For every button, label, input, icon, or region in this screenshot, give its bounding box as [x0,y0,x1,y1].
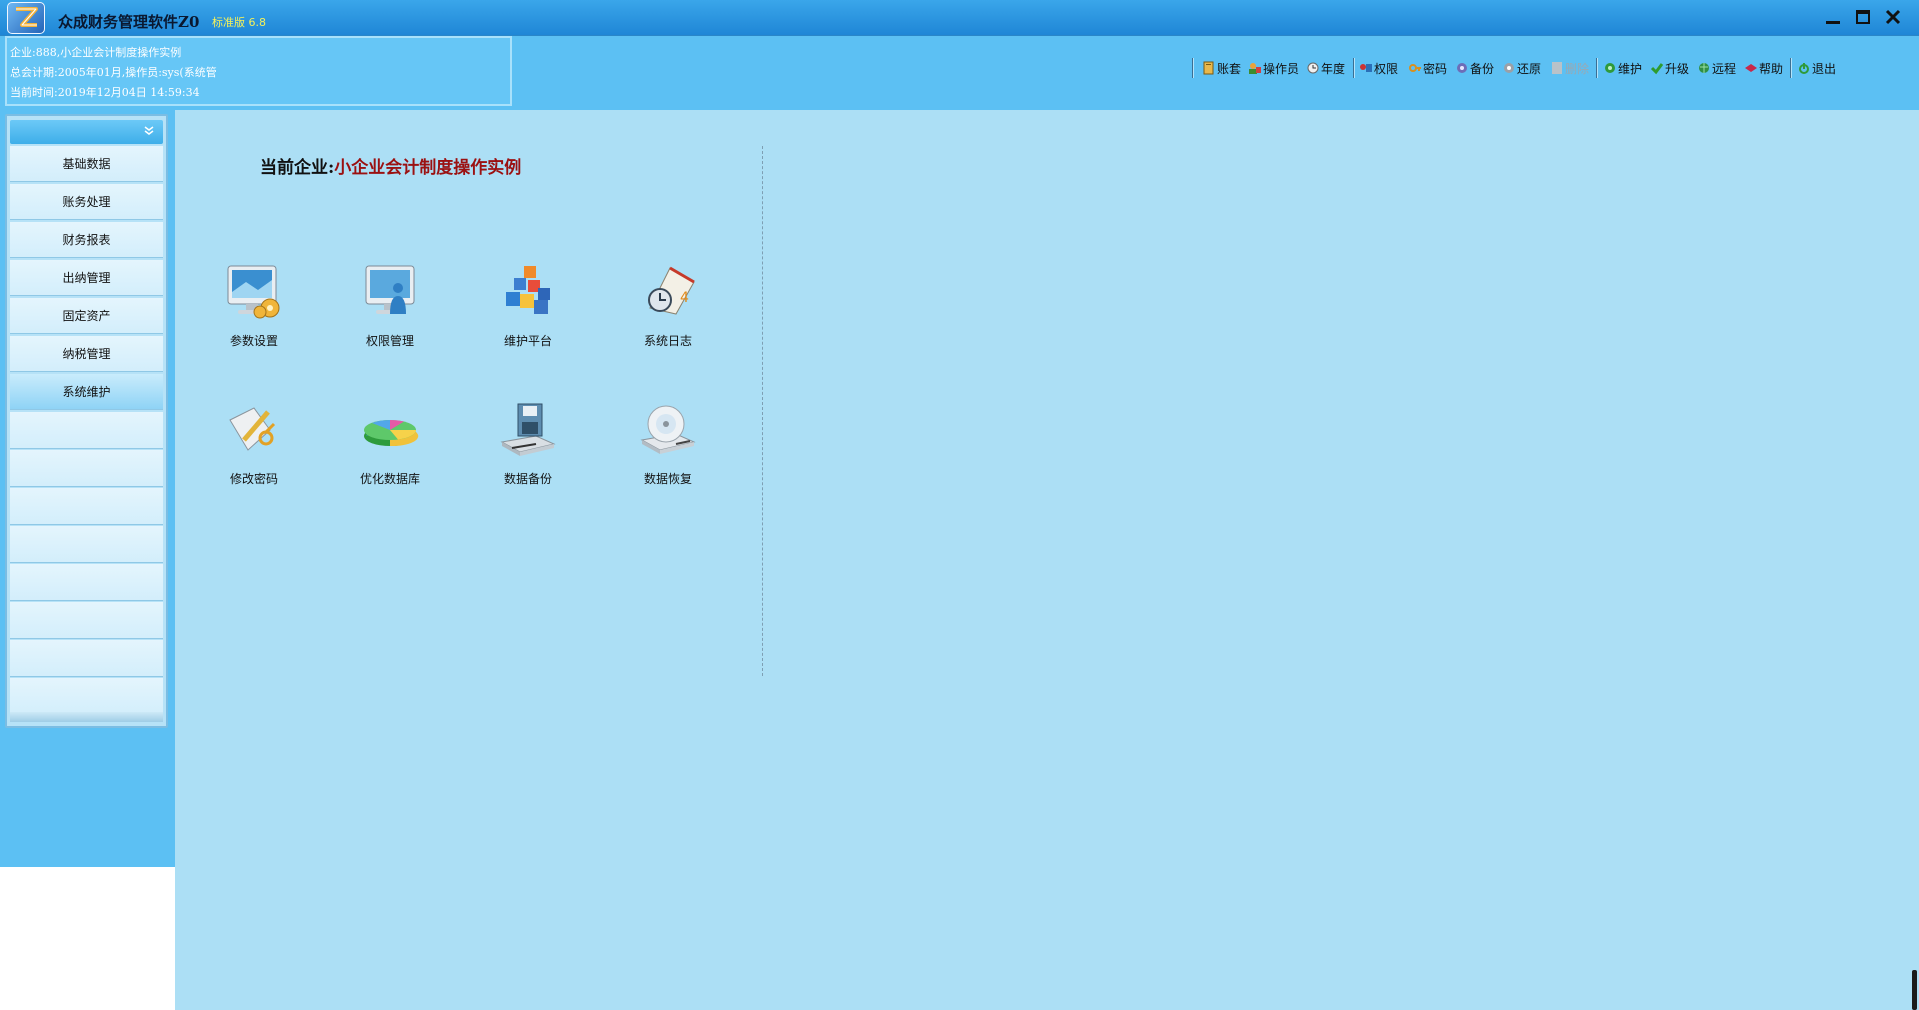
sidebar-blank-area [0,867,175,1010]
sidebar-item-accounting[interactable]: 账务处理 [10,184,163,220]
tile-label: 系统日志 [643,334,692,348]
current-company-key: 当前企业: [260,158,335,178]
company-info: 企业:888,小企业会计制度操作实例 [10,46,182,59]
sidebar-empty-row [10,640,163,677]
toolbar-operator-button[interactable]: 操作员 [1248,59,1299,77]
tile-change-password[interactable]: 修改密码 [194,400,314,500]
data-backup-icon [500,403,556,456]
tile-data-restore[interactable]: 数据恢复 [608,400,728,500]
toolbar-permission-button[interactable]: 权限 [1359,59,1398,77]
tile-maintenance-platform[interactable]: 维护平台 [468,262,588,362]
close-icon [1885,9,1901,25]
current-company-value: 小企业会计制度操作实例 [334,158,522,178]
tile-label: 优化数据库 [359,472,420,486]
content-divider [762,146,763,676]
tile-system-log[interactable]: 4 系统日志 [608,262,728,362]
tile-permission-management[interactable]: 权限管理 [330,262,450,362]
permission-management-icon [365,265,415,314]
toolbar-separator [1353,58,1355,78]
app-title: 众成财务管理软件Z0 [58,13,200,31]
toolbar-restore-button[interactable]: 还原 [1502,59,1541,77]
period-operator-info: 总会计期:2005年01月,操作员:sys(系统管 [10,66,217,79]
sidebar-nav: 基础数据 账务处理 财务报表 出纳管理 固定资产 纳税管理 系统维护 [5,114,168,728]
restore-icon [1504,63,1514,73]
tile-parameter-settings[interactable]: 参数设置 [194,262,314,362]
session-info-panel: 企业:888,小企业会计制度操作实例 总会计期:2005年01月,操作员:sys… [5,36,512,106]
system-log-icon: 4 [648,266,695,315]
maximize-icon [1856,10,1870,24]
tile-data-backup[interactable]: 数据备份 [468,400,588,500]
toolbar-help-button[interactable]: 帮助 [1744,59,1783,77]
remote-icon [1699,63,1709,73]
title-bar: 众成财务管理软件Z0 标准版 6.8 [0,0,1919,36]
minimize-button[interactable] [1822,8,1844,28]
optimize-database-icon [364,419,419,447]
tile-label: 修改密码 [229,472,278,486]
sidebar-empty-row [10,602,163,639]
toolbar-delete-button[interactable]: 删除 [1550,59,1589,77]
toolbar-year-button[interactable]: 年度 [1306,59,1345,77]
svg-text:4: 4 [680,290,689,306]
resize-grip[interactable] [1912,970,1917,1010]
app-logo-icon [7,2,45,34]
backup-icon [1457,63,1467,73]
sidebar-item-basic-data[interactable]: 基础数据 [10,146,163,182]
toolbar-maintain-button[interactable]: 维护 [1603,59,1642,77]
sidebar-empty-row [10,564,163,601]
maintenance-platform-icon [506,266,550,314]
parameter-settings-icon [227,265,280,319]
tile-optimize-database[interactable]: 优化数据库 [330,400,450,500]
toolbar-remote-button[interactable]: 远程 [1697,59,1736,77]
minimize-icon [1826,21,1840,24]
sidebar-empty-row [10,678,163,715]
close-button[interactable] [1882,8,1904,28]
sidebar-header [10,120,163,144]
sidebar-item-fixed-assets[interactable]: 固定资产 [10,298,163,334]
help-icon [1745,64,1757,72]
current-company-label: 当前企业:小企业会计制度操作实例 [260,153,521,178]
current-time-info: 当前时间:2019年12月04日 14:59:34 [10,86,200,99]
sidebar-item-financial-reports[interactable]: 财务报表 [10,222,163,258]
toolbar-separator [1192,58,1194,78]
delete-icon [1552,62,1562,74]
app-edition: 标准版 6.8 [212,16,266,29]
toolbar-separator [1596,58,1598,78]
top-toolbar: 账套 操作员 年度 权限 密码 备份 还原 删除 维护 升级 远程 帮助 退出 [1190,58,1850,78]
toolbar-upgrade-button[interactable]: 升级 [1650,59,1689,77]
sidebar-item-system-maintenance[interactable]: 系统维护 [10,374,163,410]
sidebar-empty-row [10,526,163,563]
sidebar-empty-row [10,412,163,449]
toolbar-ledger-button[interactable]: 账套 [1202,59,1241,77]
sidebar-item-cashier[interactable]: 出纳管理 [10,260,163,296]
tile-label: 数据恢复 [643,472,692,486]
tile-label: 数据备份 [503,472,552,486]
sidebar-item-tax[interactable]: 纳税管理 [10,336,163,372]
ledger-icon [1203,61,1214,75]
chevron-down-icon[interactable] [143,126,155,136]
password-icon [1409,64,1421,72]
toolbar-backup-button[interactable]: 备份 [1455,59,1494,77]
permission-icon [1360,64,1372,72]
exit-icon [1799,63,1809,74]
toolbar-password-button[interactable]: 密码 [1408,59,1447,77]
operator-icon [1249,63,1261,74]
sidebar-empty-row [10,450,163,487]
sidebar-footer [10,712,163,722]
sidebar-empty-row [10,488,163,525]
year-icon [1307,62,1319,74]
upgrade-icon [1650,63,1664,75]
change-password-icon [229,407,276,451]
toolbar-separator [1790,58,1792,78]
tile-label: 维护平台 [503,334,552,348]
data-restore-icon [640,405,696,454]
toolbar-exit-button[interactable]: 退出 [1797,59,1836,77]
tile-label: 参数设置 [229,334,278,348]
maintain-icon [1605,63,1615,73]
tile-label: 权限管理 [365,334,414,348]
maximize-button[interactable] [1852,8,1874,28]
